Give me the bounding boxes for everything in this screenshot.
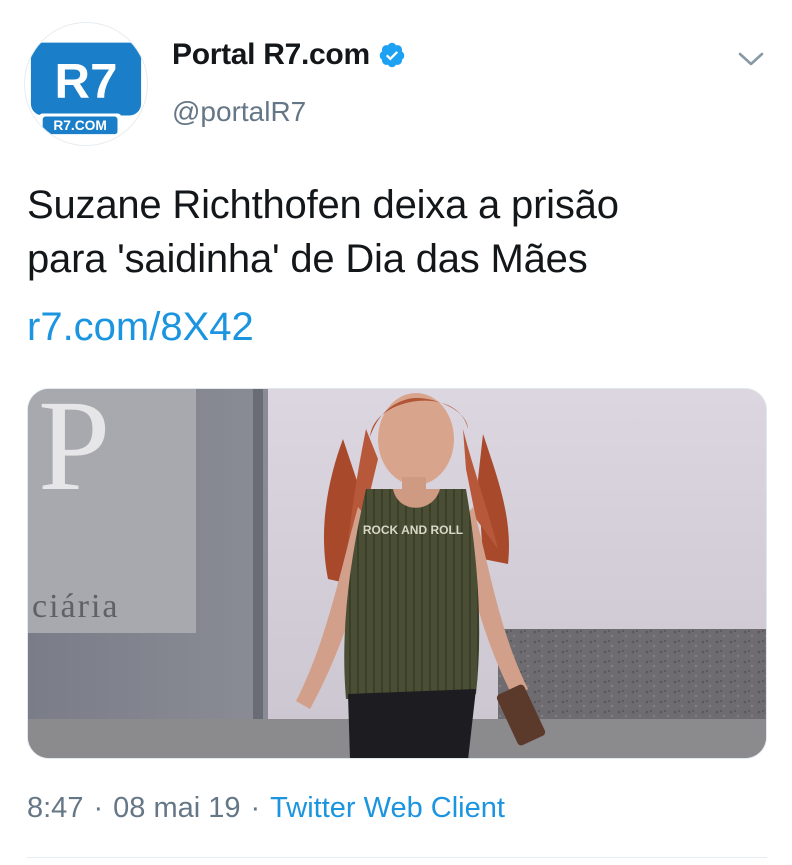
tweet-link[interactable]: r7.com/8X42 xyxy=(27,300,254,354)
r7-logo: R7 R7.COM xyxy=(30,42,142,138)
tweet-text-line: para 'saidinha' de Dia das Mães xyxy=(27,237,588,281)
tweet-text: Suzane Richthofen deixa a prisão para 's… xyxy=(27,178,767,286)
meta-separator: · xyxy=(93,792,104,824)
divider xyxy=(27,857,767,858)
tweet-card: R7 R7.COM Portal R7.com @portalR7 Suzane… xyxy=(0,0,792,865)
tweet-menu-button[interactable] xyxy=(734,42,768,76)
tweet-meta: 8:47 · 08 mai 19 · Twitter Web Client xyxy=(27,792,505,825)
chevron-down-icon xyxy=(738,52,764,66)
tweet-date[interactable]: 08 mai 19 xyxy=(113,792,240,825)
verified-badge-icon xyxy=(379,42,405,68)
tweet-client-link[interactable]: Twitter Web Client xyxy=(270,792,505,825)
logo-subtext: R7.COM xyxy=(53,118,107,133)
shirt-print: ROCK AND ROLL xyxy=(363,523,463,537)
account-name-row[interactable]: Portal R7.com xyxy=(172,38,406,72)
wall-sign-letter: P xyxy=(38,389,110,518)
wall-sign-text: ciária xyxy=(32,588,120,625)
logo-text: R7 xyxy=(55,54,118,109)
meta-separator: · xyxy=(250,792,261,824)
avatar[interactable]: R7 R7.COM xyxy=(24,22,148,146)
tweet-text-line: Suzane Richthofen deixa a prisão xyxy=(27,183,619,227)
photo-scene: P ciária ROCK AND ROLL xyxy=(28,389,766,758)
account-handle[interactable]: @portalR7 xyxy=(172,96,306,128)
display-name[interactable]: Portal R7.com xyxy=(172,38,370,72)
tweet-media-image[interactable]: P ciária ROCK AND ROLL xyxy=(27,388,767,759)
tweet-time[interactable]: 8:47 xyxy=(27,792,83,825)
